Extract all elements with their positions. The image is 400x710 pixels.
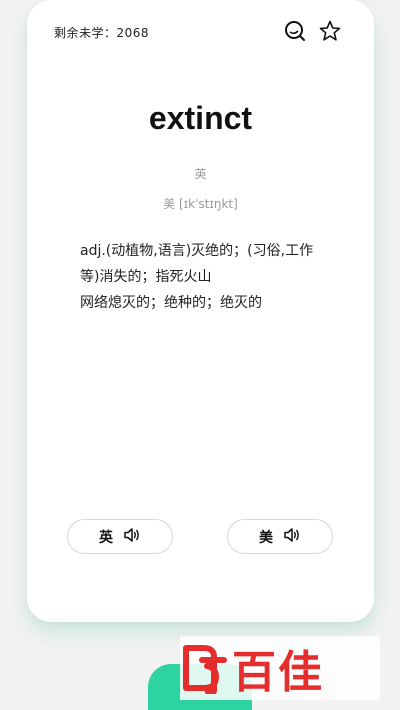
pronounce-us-button[interactable]: 美 (227, 519, 333, 554)
speaker-icon (283, 527, 301, 547)
word-card: 剩余未学：2068 extinct 英 美 [ɪkˈstɪŋkt] adj.(动… (27, 0, 374, 622)
definition-line: 网络熄灭的；绝种的；绝灭的 (80, 295, 262, 311)
pronounce-us-label: 美 (259, 529, 273, 546)
definition-line: adj.(动植物,语言)灭绝的；(习俗,工作等)消失的；指死火山 (80, 243, 314, 285)
search-icon[interactable] (282, 18, 308, 44)
phonetic: 美 [ɪkˈstɪŋkt] (163, 197, 238, 211)
watermark-logo: 百佳 (180, 636, 380, 700)
definitions: adj.(动植物,语言)灭绝的；(习俗,工作等)消失的；指死火山 网络熄灭的；绝… (80, 238, 326, 316)
watermark-text: 百佳 (232, 647, 324, 698)
accent-label: 英 (194, 167, 207, 181)
speaker-icon (123, 527, 141, 547)
word-title: extinct (148, 100, 253, 136)
remaining-count: 剩余未学：2068 (54, 26, 150, 40)
pronounce-uk-button[interactable]: 英 (67, 519, 173, 554)
pronounce-uk-label: 英 (99, 529, 113, 546)
watermark-logo-icon (183, 645, 227, 694)
star-icon[interactable] (317, 18, 343, 44)
